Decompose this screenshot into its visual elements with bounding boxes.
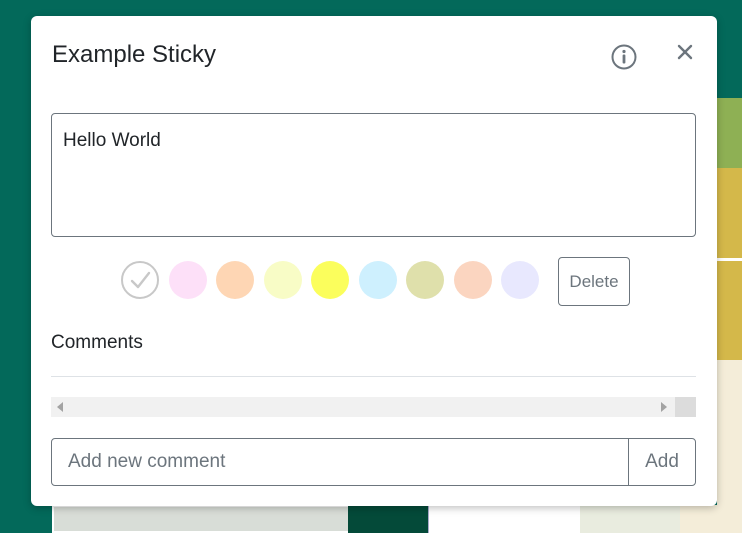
sticky-modal: Example Sticky Hello World Delete Commen… <box>31 16 717 506</box>
comments-scrollbar[interactable] <box>51 397 696 417</box>
close-icon[interactable] <box>676 43 694 61</box>
background-card-beige <box>580 505 680 533</box>
scrollbar-corner <box>675 397 696 417</box>
color-swatch-salmon[interactable] <box>453 261 492 299</box>
color-swatch-none[interactable] <box>121 261 159 299</box>
color-swatch-lavender[interactable] <box>501 261 539 299</box>
comments-heading: Comments <box>51 332 143 353</box>
add-comment-button[interactable]: Add <box>628 438 696 486</box>
scroll-left-arrow-icon[interactable] <box>57 402 63 412</box>
background-card-green <box>717 98 742 168</box>
background-card-underline <box>717 258 742 261</box>
color-swatch-yellow[interactable] <box>311 261 349 299</box>
background-card-cream-bottom <box>680 505 742 533</box>
modal-title: Example Sticky <box>52 41 217 68</box>
color-swatch-pink[interactable] <box>168 261 207 299</box>
background-card-grey <box>52 505 350 533</box>
info-circle-icon[interactable] <box>610 43 638 71</box>
background-card-dark <box>348 505 428 533</box>
scroll-right-arrow-icon[interactable] <box>661 402 667 412</box>
comments-divider <box>51 376 696 377</box>
color-swatch-olive[interactable] <box>406 261 444 299</box>
color-swatch-peach[interactable] <box>216 261 254 299</box>
background-card-white <box>428 505 580 533</box>
delete-button[interactable]: Delete <box>558 257 630 306</box>
new-comment-input[interactable] <box>51 438 629 486</box>
color-swatch-light-blue[interactable] <box>358 261 397 299</box>
check-icon <box>130 271 151 289</box>
color-swatch-light-yellow[interactable] <box>263 261 302 299</box>
sticky-text-area[interactable]: Hello World <box>51 113 696 237</box>
